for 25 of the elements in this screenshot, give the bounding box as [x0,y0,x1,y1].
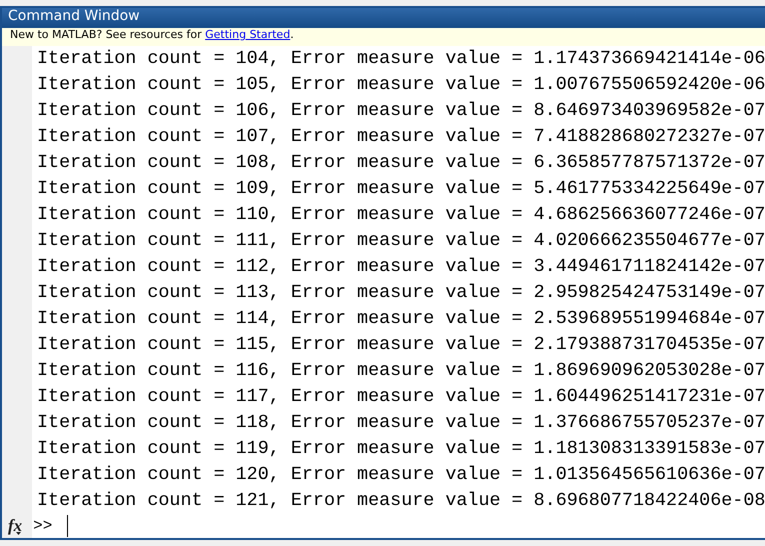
output-line: Iteration count = 105, Error measure value = 1.007675506592420e-06 [37,73,765,97]
output-line: Iteration count = 119, Error measure value = 1.181308313391583e-07 [37,437,765,461]
output-line: Iteration count = 116, Error measure value = 1.869690962053028e-07 [37,359,765,383]
getting-started-link[interactable]: Getting Started [205,28,290,41]
output-line: Iteration count = 113, Error measure value = 2.959825424753149e-07 [37,281,765,305]
output-line: Iteration count = 107, Error measure value = 7.418828680272327e-07 [37,125,765,149]
output-line: Iteration count = 111, Error measure value = 4.020666235504677e-07 [37,229,765,253]
output-line: Iteration count = 114, Error measure value = 2.539689551994684e-07 [37,307,765,331]
output-line: Iteration count = 106, Error measure value = 8.646973403969582e-07 [37,99,765,123]
prompt-symbol: >> [33,517,52,535]
output-line: Iteration count = 118, Error measure value = 1.376686755705237e-07 [37,411,765,435]
output-line: Iteration count = 109, Error measure value = 5.461775334225649e-07 [37,177,765,201]
banner-text: New to MATLAB? See resources for Getting Started. [10,28,294,41]
output-line: Iteration count = 110, Error measure value = 4.686256636077246e-07 [37,203,765,227]
output-line: Iteration count = 121, Error measure value = 8.696807718422406e-08 [37,489,765,513]
output-line: Iteration count = 120, Error measure value = 1.013564565610636e-07 [37,463,765,487]
output-line: Iteration count = 104, Error measure value = 1.174373669421414e-06 [37,47,765,71]
output-line: Iteration count = 115, Error measure value = 2.179388731704535e-07 [37,333,765,357]
output-line: Iteration count = 108, Error measure value = 6.365857787571372e-07 [37,151,765,175]
output-line: Iteration count = 112, Error measure value = 3.449461711824142e-07 [37,255,765,279]
window-title: Command Window [2,8,765,28]
function-browser-button[interactable]: fx [8,516,22,536]
caret-icon [16,532,22,535]
output-line: Iteration count = 117, Error measure value = 1.604496251417231e-07 [37,385,765,409]
text-cursor [67,515,68,537]
